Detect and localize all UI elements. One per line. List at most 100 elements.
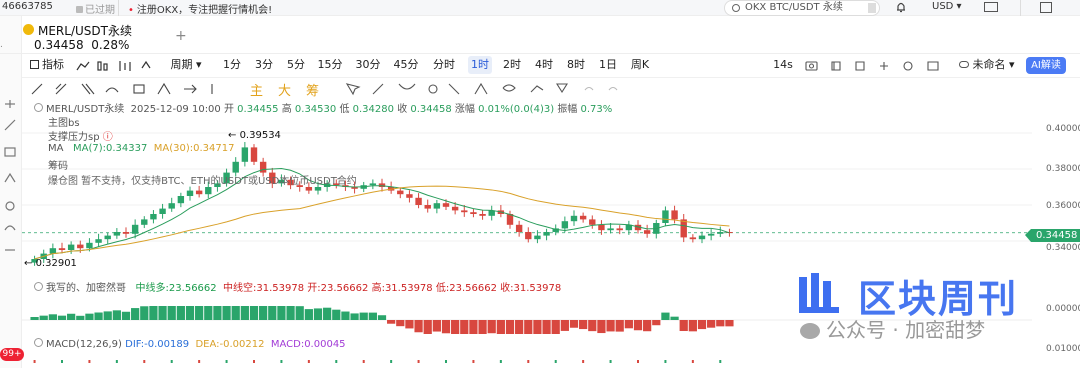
- macd-bar: [335, 360, 338, 363]
- timeframe-3分[interactable]: 3分: [252, 56, 276, 74]
- notice-link[interactable]: • 注册OKX，专注把握行情机会!: [128, 1, 272, 16]
- macd-bar: [307, 360, 310, 363]
- indicator2-bar: [670, 316, 679, 320]
- timeframe-5分[interactable]: 5分: [284, 56, 308, 74]
- timeframe-8时[interactable]: 8时: [564, 56, 588, 74]
- indicator2-bar: [707, 320, 716, 328]
- timeframe-分时[interactable]: 分时: [430, 56, 458, 74]
- toolbar-right-icons[interactable]: [804, 60, 944, 72]
- macd-bar: [609, 360, 612, 363]
- indicator2-bar: [368, 312, 377, 320]
- indicator2-bar: [615, 320, 624, 332]
- indicator2-bar: [377, 315, 387, 320]
- indicator2-legend: 我写的、加密然哥 中线多:23.56662 中线空:31.53978 开:23.…: [34, 279, 561, 294]
- indicators-button[interactable]: 指标: [30, 56, 70, 74]
- ai-read-button[interactable]: AI解读: [1026, 57, 1066, 74]
- timeframe-4时[interactable]: 4时: [532, 56, 556, 74]
- candle-body: [589, 219, 596, 225]
- timeframe-45分[interactable]: 45分: [392, 56, 420, 74]
- support-overlay[interactable]: 支撑压力sp ⓘ: [48, 128, 113, 143]
- currency-select[interactable]: USD ▾: [932, 1, 962, 12]
- indicator2-bar: [39, 315, 48, 320]
- layout-name-dropdown[interactable]: 未命名 ▾: [952, 56, 1022, 74]
- scan-icon[interactable]: [868, 3, 876, 13]
- candle-body: [250, 147, 258, 162]
- macd-bar: [582, 360, 585, 363]
- search-input[interactable]: OKX BTC/USDT 永续: [724, 0, 880, 16]
- indicator2-bar: [414, 320, 423, 333]
- candle-body: [131, 224, 139, 234]
- drawing-tools-right[interactable]: [345, 82, 625, 96]
- indicator2-bar: [579, 320, 588, 330]
- add-tab-button[interactable]: +: [175, 28, 187, 44]
- indicator2-axis: 0.00000: [1046, 304, 1080, 314]
- indicator2-bar: [277, 306, 286, 320]
- indicator2-bar: [697, 320, 707, 330]
- indicator2-bar: [597, 320, 606, 334]
- timeframe-1分[interactable]: 1分: [220, 56, 244, 74]
- symbol-name[interactable]: MERL/USDT永续: [38, 22, 132, 39]
- draw-big-button[interactable]: 大: [278, 80, 291, 99]
- candle-body: [461, 210, 468, 213]
- collapse-icon[interactable]: [34, 338, 43, 347]
- indicator2-bar: [94, 312, 103, 320]
- y-tick: 0.40000: [1046, 124, 1080, 134]
- timeframe-2时[interactable]: 2时: [500, 56, 524, 74]
- macd-bar: [143, 360, 146, 363]
- period-dropdown[interactable]: 周期 ▾: [166, 56, 206, 74]
- candle-body: [534, 235, 541, 240]
- timeframe-1日[interactable]: 1日: [596, 56, 620, 74]
- mail-icon[interactable]: [984, 2, 998, 12]
- candle-body: [451, 206, 459, 211]
- sidebar-tool-label: .: [0, 40, 3, 50]
- indicator2-bar: [716, 320, 725, 327]
- bell-icon[interactable]: [895, 1, 907, 13]
- macd-bar: [691, 360, 694, 363]
- y-tick: 0.36000: [1046, 201, 1080, 211]
- main-bs-overlay[interactable]: 主图bs: [48, 114, 80, 129]
- candle-body: [205, 187, 212, 195]
- collapse-icon[interactable]: [34, 282, 43, 291]
- indicator2-bar: [350, 313, 359, 320]
- liquidation-note: 爆仓图 暂不支持，仅支持BTC、ETH的USDT或USD本位币USDT合约: [48, 176, 357, 187]
- chart-type-icons[interactable]: [76, 60, 156, 72]
- macd-bar: [472, 360, 475, 363]
- indicator2-bar: [359, 312, 368, 320]
- drawing-tools[interactable]: [30, 82, 250, 96]
- candle-body: [259, 161, 267, 173]
- chart-icon: [30, 60, 39, 69]
- indicator2-bar: [176, 306, 185, 320]
- candle-body: [67, 244, 75, 250]
- draw-chips-button[interactable]: 筹: [306, 80, 319, 99]
- indicator2-bar: [85, 313, 94, 320]
- candle-body: [186, 190, 194, 196]
- draw-main-button[interactable]: 主: [250, 80, 263, 99]
- timeframe-周K[interactable]: 周K: [628, 56, 652, 74]
- layout-icon[interactable]: [1040, 2, 1052, 13]
- ma-overlay[interactable]: MA MA(7):0.34337 MA(30):0.34717: [48, 143, 234, 154]
- timeframe-30分[interactable]: 30分: [354, 56, 382, 74]
- timeframe-15分[interactable]: 15分: [316, 56, 344, 74]
- collapse-icon[interactable]: [34, 103, 43, 112]
- macd-bar: [225, 360, 228, 363]
- candle-body: [150, 214, 157, 220]
- indicator2-bar: [304, 309, 313, 320]
- sidebar-tool-icons[interactable]: [3, 100, 17, 260]
- wechat-icon: [800, 323, 820, 339]
- candle-body: [662, 210, 669, 223]
- ma30-line: [34, 185, 730, 260]
- indicator2-bar: [524, 320, 533, 334]
- candle-body: [717, 232, 724, 234]
- countdown: 14s: [773, 58, 793, 71]
- candle-body: [470, 212, 477, 214]
- indicator2-bar: [624, 320, 633, 329]
- indicator2-bar: [158, 306, 167, 320]
- timeframe-1时[interactable]: 1时: [468, 56, 492, 74]
- indicator2-bar: [140, 306, 149, 320]
- macd-bar: [198, 360, 201, 363]
- chips-overlay[interactable]: 筹码: [48, 157, 68, 172]
- indicator2-bar: [460, 320, 469, 334]
- macd-bar: [499, 360, 502, 363]
- indicator2-bar: [231, 306, 240, 320]
- notification-badge[interactable]: 99+: [0, 348, 24, 361]
